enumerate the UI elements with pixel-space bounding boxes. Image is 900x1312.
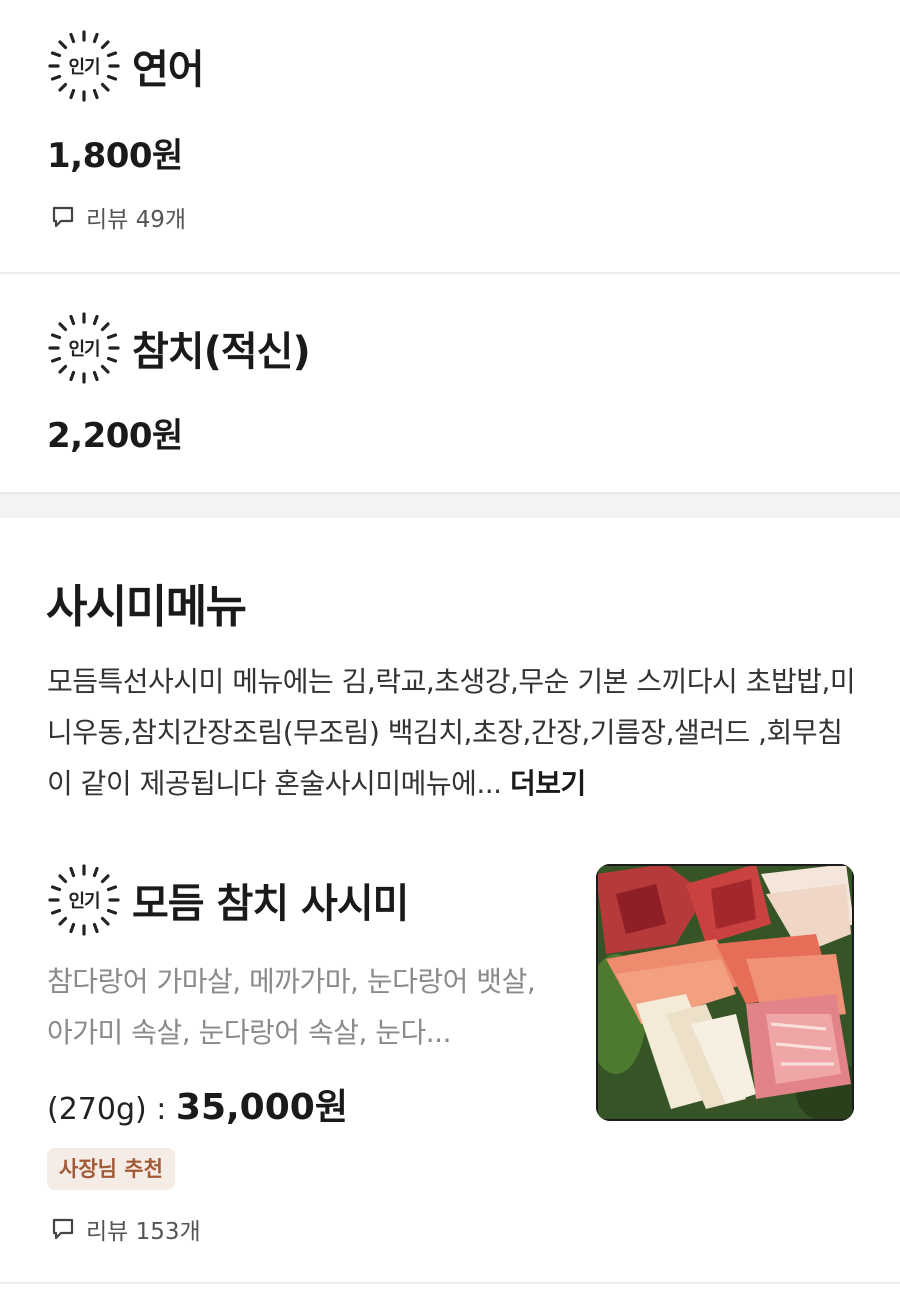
section-separator	[0, 492, 900, 518]
menu-item-name: 모듬 참치 사시미	[132, 881, 409, 927]
menu-item-price: 1,800원	[47, 136, 183, 176]
review-link[interactable]: 리뷰 49개	[50, 200, 186, 234]
section-description: 모듬특선사시미 메뉴에는 김,락교,초생강,무순 기본 스끼다시 초밥밥,미니우…	[47, 656, 857, 809]
popular-badge-label: 인기	[68, 891, 100, 912]
menu-item-price: 35,000원	[175, 1087, 348, 1128]
more-button[interactable]: 더보기	[510, 767, 586, 800]
popular-badge-icon: 인기	[46, 862, 122, 938]
popular-badge-icon: 인기	[46, 310, 122, 386]
menu-item-price-row: (270g) : 35,000원	[47, 1078, 348, 1130]
popular-badge-label: 인기	[68, 339, 100, 360]
review-link[interactable]: 리뷰 153개	[50, 1212, 201, 1246]
menu-item-name: 연어	[132, 47, 205, 93]
menu-item-weight: (270g) :	[47, 1092, 176, 1127]
menu-item-salmon[interactable]: 인기 연어 1,800원 리뷰 49개	[0, 0, 900, 272]
popular-badge-label: 인기	[68, 57, 100, 78]
review-count: 리뷰 153개	[86, 1219, 201, 1245]
menu-item-description: 참다랑어 가마살, 메까가마, 눈다랑어 뱃살, 아가미 속살, 눈다랑어 속살…	[47, 965, 536, 1049]
menu-item-tuna-red[interactable]: 인기 참치(적신) 2,200원	[0, 274, 900, 492]
menu-item-price: 2,200원	[47, 416, 183, 456]
popular-badge-icon: 인기	[46, 28, 122, 104]
sashimi-photo[interactable]	[596, 864, 854, 1121]
sashimi-platter-image	[596, 864, 854, 1121]
divider	[0, 1282, 900, 1284]
owner-recommend-tag: 사장님 추천	[47, 1148, 175, 1190]
menu-item-name: 참치(적신)	[132, 329, 311, 375]
menu-item-title-row: 인기 연어	[46, 28, 205, 104]
speech-bubble-icon	[52, 1218, 74, 1240]
speech-bubble-icon	[52, 206, 74, 228]
section-title: 사시미메뉴	[46, 580, 247, 633]
menu-item-title-row: 인기 모듬 참치 사시미	[46, 862, 409, 938]
section-description-text: 모듬특선사시미 메뉴에는 김,락교,초생강,무순 기본 스끼다시 초밥밥,미니우…	[47, 665, 856, 800]
menu-item-title-row: 인기 참치(적신)	[46, 310, 311, 386]
review-count: 리뷰 49개	[86, 207, 187, 233]
